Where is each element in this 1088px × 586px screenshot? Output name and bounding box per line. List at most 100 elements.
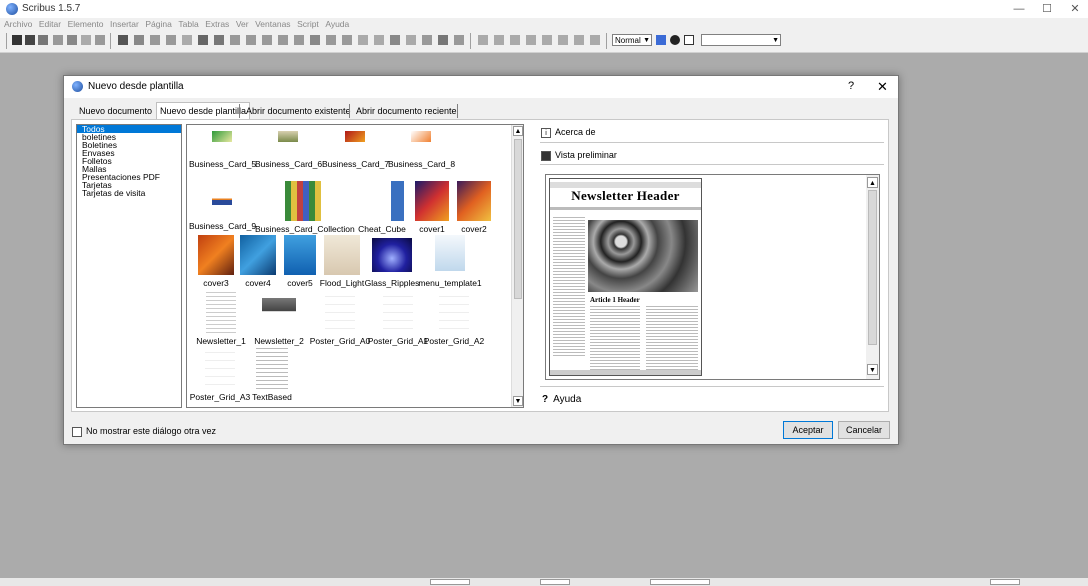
scrollbar-thumb[interactable]: [514, 139, 522, 299]
unlink-frames-icon[interactable]: [406, 35, 416, 45]
preview-scrollbar[interactable]: ▲ ▼: [866, 175, 879, 379]
freehand-icon[interactable]: [294, 35, 304, 45]
zoom-icon[interactable]: [342, 35, 352, 45]
menu-pagina[interactable]: Página: [145, 18, 171, 30]
template-item[interactable]: TextBased: [239, 345, 305, 402]
eyedropper-icon[interactable]: [454, 35, 464, 45]
pdf-text-field-icon[interactable]: [526, 35, 536, 45]
pdf-push-button-icon[interactable]: [478, 35, 488, 45]
category-list[interactable]: Todos boletines Boletines Envases Follet…: [76, 124, 182, 408]
minimize-button[interactable]: —: [1006, 1, 1032, 17]
menu-tabla[interactable]: Tabla: [178, 18, 198, 30]
help-button[interactable]: ?: [848, 80, 854, 92]
table-icon[interactable]: [182, 35, 192, 45]
pdf-export-icon[interactable]: [95, 35, 105, 45]
accept-button[interactable]: Aceptar: [783, 421, 833, 439]
spiral-icon[interactable]: [246, 35, 256, 45]
copy-properties-icon[interactable]: [438, 35, 448, 45]
unit-field[interactable]: [990, 579, 1020, 585]
edit-mode-icon[interactable]: [684, 35, 694, 45]
scrollbar-thumb[interactable]: [868, 190, 877, 345]
template-preview: Newsletter Header Article 1 Header ▲ ▼: [545, 174, 880, 380]
dont-show-checkbox[interactable]: No mostrar este diálogo otra vez: [72, 426, 216, 437]
template-item[interactable]: Business_Card_8: [388, 131, 455, 169]
menu-elemento[interactable]: Elemento: [68, 18, 104, 30]
open-icon[interactable]: [25, 35, 35, 45]
link-frames-icon[interactable]: [390, 35, 400, 45]
maximize-button[interactable]: ☐: [1034, 1, 1060, 17]
tab-open-existing[interactable]: Abrir documento existente: [246, 103, 351, 119]
template-item[interactable]: Business_Card_9: [189, 181, 256, 231]
template-item[interactable]: Business_Card_6: [255, 131, 322, 169]
close-window-button[interactable]: ✕: [1062, 1, 1088, 17]
template-item[interactable]: Poster_Grid_A0: [307, 289, 373, 346]
template-item[interactable]: Newsletter_2: [241, 289, 317, 346]
story-editor-icon[interactable]: [374, 35, 384, 45]
dialog-close-button[interactable]: ✕: [877, 79, 888, 95]
line-icon[interactable]: [262, 35, 272, 45]
image-frame-icon[interactable]: [150, 35, 160, 45]
arc-icon[interactable]: [230, 35, 240, 45]
calligraphic-icon[interactable]: [310, 35, 320, 45]
bezier-icon[interactable]: [278, 35, 288, 45]
menu-ayuda[interactable]: Ayuda: [325, 18, 349, 30]
save-icon[interactable]: [38, 35, 48, 45]
menu-script[interactable]: Script: [297, 18, 319, 30]
pdf-list-icon[interactable]: [558, 35, 568, 45]
new-document-icon[interactable]: [12, 35, 22, 45]
select-tool-icon[interactable]: [118, 35, 128, 45]
template-item[interactable]: Business_Card_Collection: [255, 181, 355, 234]
template-item[interactable]: Glass_Ripples: [359, 235, 425, 288]
menu-archivo[interactable]: Archivo: [4, 18, 32, 30]
preview-eye-icon[interactable]: [670, 35, 680, 45]
template-item[interactable]: Poster_Grid_A2: [421, 289, 487, 346]
tab-open-recent[interactable]: Abrir documento reciente: [356, 103, 457, 119]
about-section-toggle[interactable]: i Acerca de: [541, 127, 596, 138]
tab-new-document[interactable]: Nuevo documento: [79, 103, 152, 119]
template-item[interactable]: Business_Card_5: [189, 131, 256, 169]
color-mode-icon[interactable]: [656, 35, 666, 45]
scroll-down-icon[interactable]: ▼: [867, 364, 878, 375]
zoom-field[interactable]: [430, 579, 470, 585]
template-thumbnail: [345, 131, 365, 142]
pdf-checkbox-icon[interactable]: [494, 35, 504, 45]
tab-separator: [239, 104, 240, 118]
preview-section-toggle[interactable]: Vista preliminar: [541, 150, 617, 161]
menu-insertar[interactable]: Insertar: [110, 18, 139, 30]
menu-ver[interactable]: Ver: [236, 18, 249, 30]
preview-mode-select[interactable]: Normal ▼: [612, 34, 652, 46]
close-doc-icon[interactable]: [53, 35, 63, 45]
pdf-combo-icon[interactable]: [542, 35, 552, 45]
shape-icon[interactable]: [198, 35, 208, 45]
template-item[interactable]: cover2: [441, 181, 507, 234]
text-frame-icon[interactable]: [134, 35, 144, 45]
template-grid[interactable]: Business_Card_5 Business_Card_6 Business…: [186, 124, 524, 408]
rotate-icon[interactable]: [326, 35, 336, 45]
render-frame-icon[interactable]: [166, 35, 176, 45]
cancel-button[interactable]: Cancelar: [838, 421, 890, 439]
checkbox-icon[interactable]: [72, 426, 82, 437]
scroll-up-icon[interactable]: ▲: [867, 177, 878, 188]
page-field[interactable]: [540, 579, 570, 585]
category-item[interactable]: Tarjetas de visita: [77, 189, 181, 198]
template-item[interactable]: menu_template1: [417, 235, 483, 288]
polygon-icon[interactable]: [214, 35, 224, 45]
tab-new-from-template[interactable]: Nuevo desde plantilla: [156, 102, 251, 120]
template-grid-scrollbar[interactable]: ▲ ▼: [511, 125, 523, 407]
measure-icon[interactable]: [422, 35, 432, 45]
font-select[interactable]: ▼: [701, 34, 781, 46]
template-item[interactable]: Business_Card_7: [322, 131, 389, 169]
print-icon[interactable]: [67, 35, 77, 45]
menu-editar[interactable]: Editar: [39, 18, 61, 30]
pdf-link-annotation-icon[interactable]: [590, 35, 600, 45]
scroll-up-icon[interactable]: ▲: [513, 126, 523, 136]
scroll-down-icon[interactable]: ▼: [513, 396, 523, 406]
preflight-icon[interactable]: [81, 35, 91, 45]
menu-ventanas[interactable]: Ventanas: [255, 18, 290, 30]
pdf-radio-icon[interactable]: [510, 35, 520, 45]
menu-extras[interactable]: Extras: [205, 18, 229, 30]
pdf-text-annotation-icon[interactable]: [574, 35, 584, 45]
layer-field[interactable]: [650, 579, 710, 585]
edit-text-icon[interactable]: [358, 35, 368, 45]
help-section-toggle[interactable]: ? Ayuda: [542, 394, 581, 405]
